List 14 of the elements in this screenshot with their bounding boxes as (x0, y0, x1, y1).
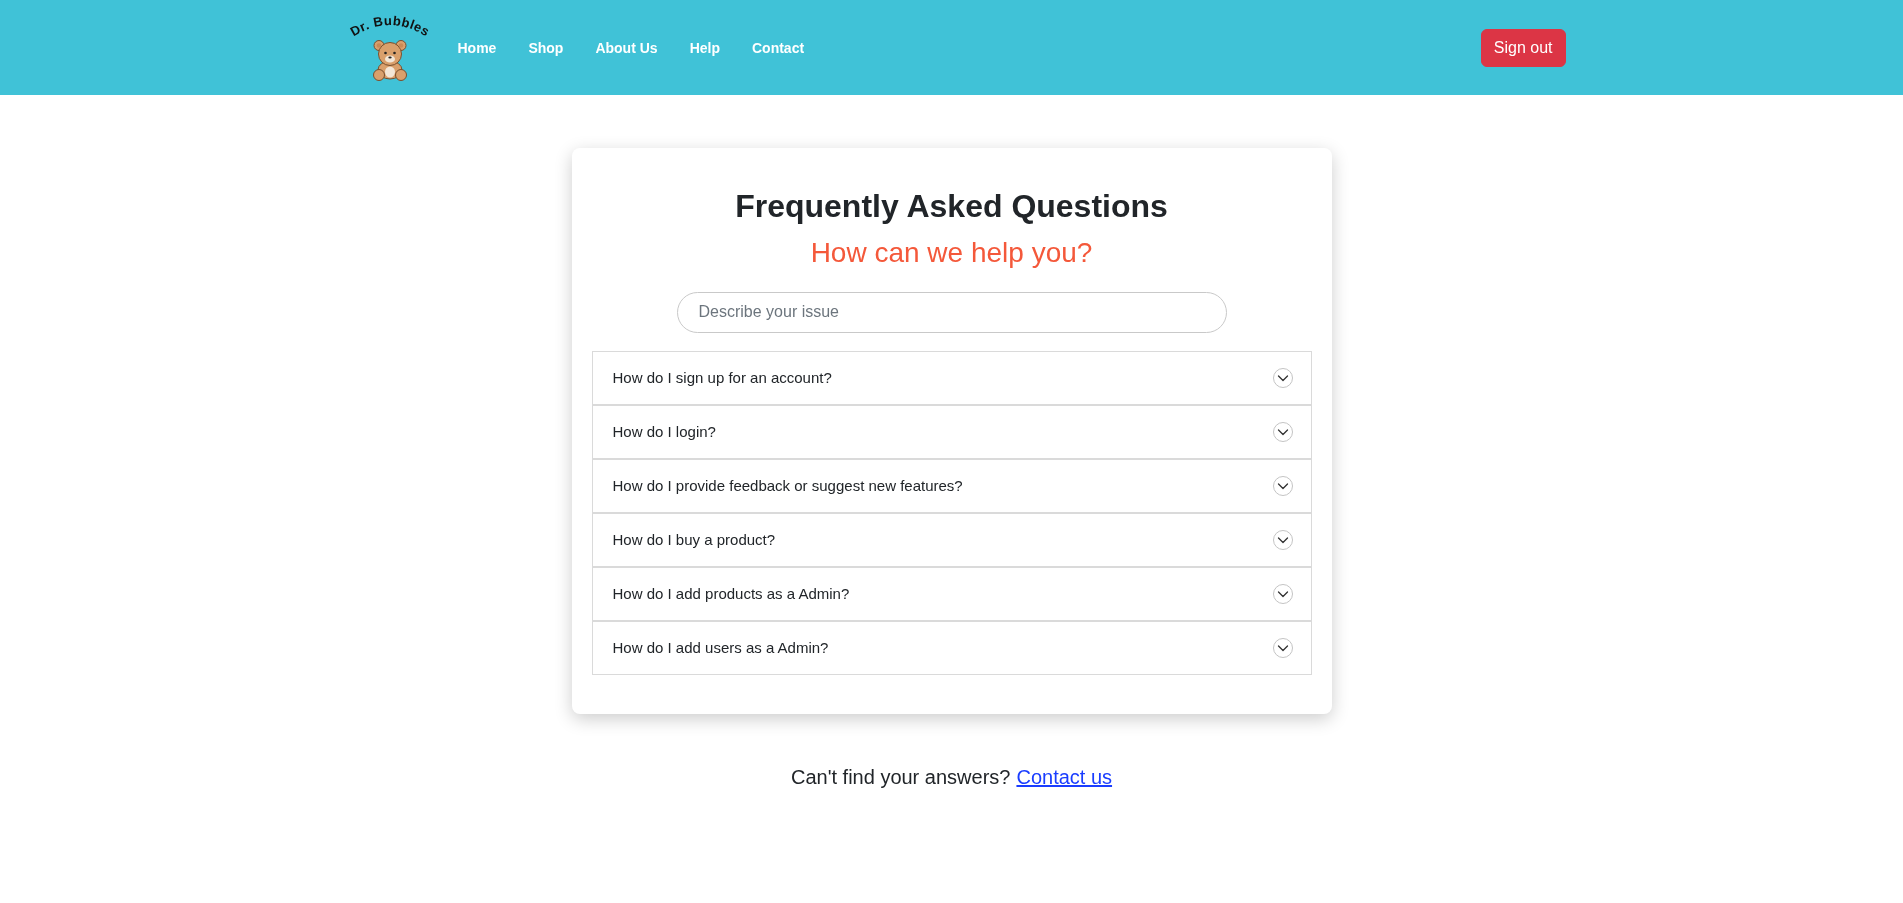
faq-question[interactable]: How do I add products as a Admin? (591, 567, 1312, 621)
faq-question[interactable]: How do I sign up for an account? (591, 351, 1312, 405)
faq-subtitle: How can we help you? (809, 236, 1094, 270)
teddy-bear-icon (372, 39, 407, 81)
faq-question[interactable]: How do I login? (591, 405, 1312, 459)
faq-question[interactable]: How do I add users as a Admin? (591, 621, 1312, 675)
contact-link[interactable]: Contact us (1016, 766, 1113, 788)
faq-question[interactable]: How do I provide feedback or suggest new features? (591, 459, 1312, 513)
search-field[interactable]: Describe your issue (676, 292, 1227, 333)
sign-out-button[interactable]: Sign out (1480, 28, 1566, 67)
logo-text: Dr. Bubbles (347, 14, 432, 39)
help-text: Can't find your answers? Contact us (790, 765, 1113, 789)
faq-question[interactable]: How do I buy a product? (591, 513, 1312, 567)
faq-title: Frequently Asked Questions (734, 187, 1169, 226)
